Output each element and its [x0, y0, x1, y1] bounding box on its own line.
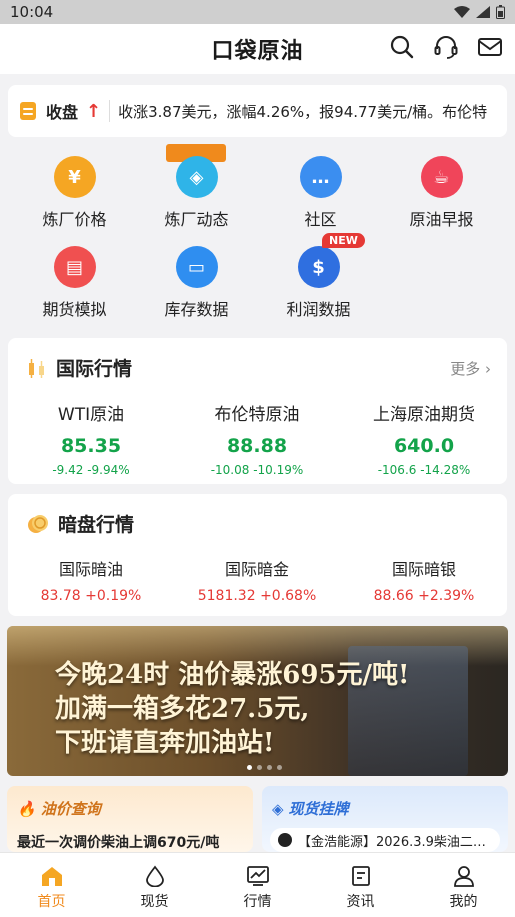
ticker-text: 收涨3.87美元，涨幅4.26%，报94.77美元/桶。布伦特 [118, 102, 488, 121]
profile-icon [453, 866, 474, 887]
dark-quote-gold[interactable]: 国际暗金 5181.32 +0.68% [174, 556, 340, 604]
app-logo: 口袋原油 [211, 39, 304, 64]
app-header: 口袋原油 [0, 24, 515, 74]
news-ticker[interactable]: 收盘 ↑ 收涨3.87美元，涨幅4.26%，报94.77美元/桶。布伦特 [8, 85, 507, 137]
promo-banner[interactable]: 今晚24时 油价暴涨695元/吨! 加满一箱多花27.5元, 下班请直奔加油站! [7, 626, 508, 776]
gold-bars-icon: ▤ [53, 246, 96, 288]
menu-profit[interactable]: $ 利润数据 [256, 246, 381, 320]
dark-market-card: 暗盘行情 国际暗油 83.78 +0.19% 国际暗金 5181.32 +0.6… [8, 494, 507, 616]
dark-quote-oil[interactable]: 国际暗油 83.78 +0.19% [8, 556, 174, 604]
quote-brent[interactable]: 布伦特原油 88.88 -10.08 -10.19% [174, 400, 340, 477]
wifi-icon [454, 6, 470, 18]
menu-refinery-news[interactable]: ◈ 炼厂动态 [134, 156, 259, 230]
search-icon[interactable] [387, 32, 417, 62]
tab-profile[interactable]: 我的 [412, 853, 515, 917]
tab-market[interactable]: 行情 [206, 853, 309, 917]
tab-news[interactable]: 资讯 [309, 853, 412, 917]
quote-shanghai[interactable]: 上海原油期货 640.0 -106.6 -14.28% [341, 400, 507, 477]
battery-icon [496, 5, 505, 19]
bottom-tab-bar: 首页 现货 行情 资讯 我的 [0, 852, 515, 917]
coins-icon [28, 514, 48, 533]
status-time: 10:04 [10, 3, 54, 21]
menu-futures-sim[interactable]: ▤ 期货模拟 [12, 246, 137, 320]
monitor-icon: ▭ [175, 246, 218, 288]
status-bar: 10:04 [0, 0, 515, 24]
flame-icon: 🔥 [17, 799, 36, 818]
dark-market-title: 暗盘行情 [58, 514, 135, 536]
cup-icon: ☕ [420, 156, 463, 198]
more-link[interactable]: 更多 › [450, 358, 491, 379]
carousel-dots[interactable] [247, 765, 282, 770]
refinery-price-icon: ¥ [53, 156, 96, 198]
banner-line-1: 今晚24时 油价暴涨695元/吨! [55, 660, 410, 690]
menu-morning-report[interactable]: ☕ 原油早报 [379, 156, 504, 230]
menu-community[interactable]: … 社区 [258, 156, 383, 230]
tab-home[interactable]: 首页 [0, 853, 103, 917]
tab-spot[interactable]: 现货 [103, 853, 206, 917]
mail-icon[interactable] [475, 32, 505, 62]
chart-icon [246, 866, 269, 886]
dark-quote-silver[interactable]: 国际暗银 88.66 +2.39% [341, 556, 507, 604]
drop-icon [145, 865, 164, 887]
menu-refinery-price[interactable]: ¥ 炼厂价格 [12, 156, 137, 230]
spot-listing-card[interactable]: ◈ 现货挂牌 【金浩能源】2026.3.9柴油二… [262, 786, 508, 852]
banner-line-3: 下班请直奔加油站! [55, 728, 275, 758]
candlestick-icon [29, 358, 44, 378]
headset-icon[interactable] [431, 32, 461, 62]
price-adjust-note: 最近一次调价柴油上调670元/吨 [17, 835, 220, 851]
drop-icon [278, 833, 292, 847]
chat-icon: … [299, 156, 342, 198]
chevron-right-icon: › [485, 360, 491, 378]
compass-icon: ◈ [175, 156, 218, 198]
quote-wti[interactable]: WTI原油 85.35 -9.42 -9.94% [8, 400, 174, 477]
signal-icon [476, 6, 490, 18]
news-icon [351, 866, 370, 886]
menu-inventory[interactable]: ▭ 库存数据 [134, 246, 259, 320]
document-icon [20, 102, 36, 120]
banner-line-2: 加满一箱多花27.5元, [55, 694, 310, 724]
new-badge: NEW [322, 233, 365, 248]
oil-price-query-card[interactable]: 🔥 油价查询 最近一次调价柴油上调670元/吨 [7, 786, 253, 852]
arrow-up-icon: ↑ [86, 100, 102, 122]
ticker-label: 收盘 [46, 103, 79, 122]
tag-icon: ◈ [272, 799, 284, 818]
intl-market-card: 国际行情 更多 › WTI原油 85.35 -9.42 -9.94% 布伦特原油… [8, 338, 507, 484]
spot-news-item[interactable]: 【金浩能源】2026.3.9柴油二… [270, 828, 500, 852]
intl-market-title: 国际行情 [56, 358, 133, 380]
home-icon [41, 867, 62, 886]
dollar-icon: $ [297, 246, 340, 288]
